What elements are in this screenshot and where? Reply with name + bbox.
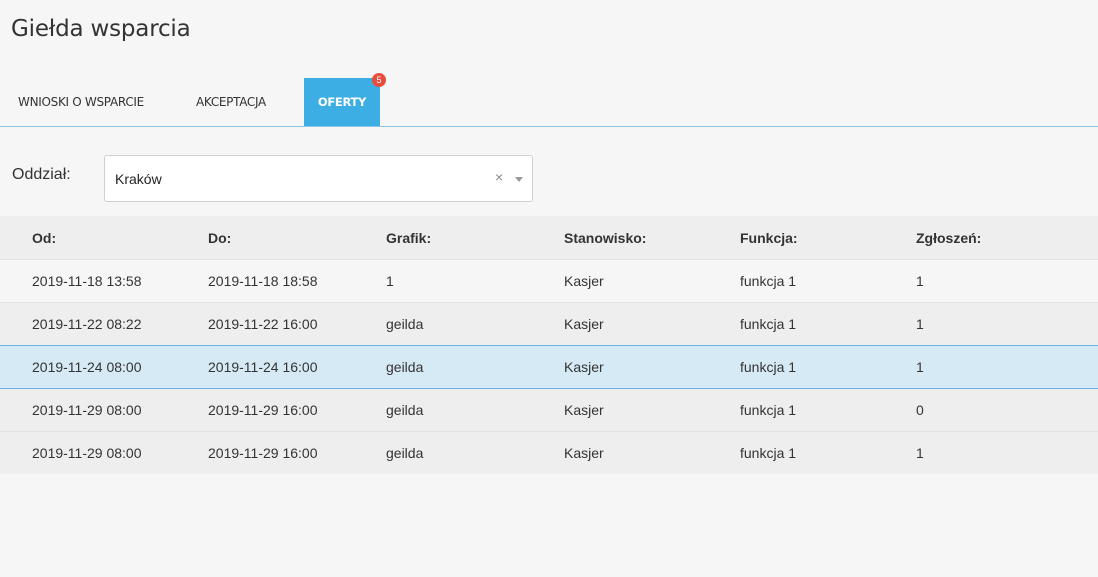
cell-zgloszen: 1 <box>916 431 1098 474</box>
cell-funkcja: funkcja 1 <box>740 302 916 346</box>
cell-do: 2019-11-24 16:00 <box>208 345 386 389</box>
cell-funkcja: funkcja 1 <box>740 259 916 303</box>
table-row[interactable]: 2019-11-29 08:00 2019-11-29 16:00 geilda… <box>0 388 1098 432</box>
cell-grafik: geilda <box>386 431 564 474</box>
table-row[interactable]: 2019-11-22 08:22 2019-11-22 16:00 geilda… <box>0 302 1098 346</box>
cell-stanowisko: Kasjer <box>564 431 740 474</box>
cell-grafik: 1 <box>386 259 564 303</box>
column-header-funkcja[interactable]: Funkcja: <box>740 216 916 260</box>
tab-oferty[interactable]: OFERTY <box>304 78 380 126</box>
column-header-zgloszen[interactable]: Zgłoszeń: <box>916 216 1098 260</box>
cell-od: 2019-11-24 08:00 <box>0 345 208 389</box>
page: Giełda wsparcia WNIOSKI O WSPARCIE AKCEP… <box>0 0 1098 577</box>
cell-zgloszen: 0 <box>916 388 1098 432</box>
cell-od: 2019-11-29 08:00 <box>0 388 208 432</box>
cell-do: 2019-11-29 16:00 <box>208 388 386 432</box>
notification-badge: 5 <box>372 73 386 87</box>
cell-do: 2019-11-18 18:58 <box>208 259 386 303</box>
column-header-stanowisko[interactable]: Stanowisko: <box>564 216 740 260</box>
column-header-grafik[interactable]: Grafik: <box>386 216 564 260</box>
column-header-do[interactable]: Do: <box>208 216 386 260</box>
cell-stanowisko: Kasjer <box>564 302 740 346</box>
cell-od: 2019-11-29 08:00 <box>0 431 208 474</box>
cell-zgloszen: 1 <box>916 302 1098 346</box>
table-row-selected[interactable]: 2019-11-24 08:00 2019-11-24 16:00 geilda… <box>0 345 1098 389</box>
tab-wnioski-o-wsparcie[interactable]: WNIOSKI O WSPARCIE <box>18 78 144 126</box>
column-header-od[interactable]: Od: <box>0 216 208 260</box>
cell-zgloszen: 1 <box>916 345 1098 389</box>
tab-bar: WNIOSKI O WSPARCIE AKCEPTACJA OFERTY <box>0 78 1098 127</box>
cell-stanowisko: Kasjer <box>564 388 740 432</box>
cell-od: 2019-11-22 08:22 <box>0 302 208 346</box>
cell-grafik: geilda <box>386 345 564 389</box>
table-header-row: Od: Do: Grafik: Stanowisko: Funkcja: Zgł… <box>0 216 1098 260</box>
cell-od: 2019-11-18 13:58 <box>0 259 208 303</box>
page-title: Giełda wsparcia <box>11 16 191 42</box>
branch-filter-label: Oddział: <box>12 166 71 183</box>
cell-stanowisko: Kasjer <box>564 345 740 389</box>
cell-grafik: geilda <box>386 388 564 432</box>
branch-select[interactable]: Kraków × <box>104 155 533 202</box>
table-row[interactable]: 2019-11-29 08:00 2019-11-29 16:00 geilda… <box>0 431 1098 474</box>
table-row[interactable]: 2019-11-18 13:58 2019-11-18 18:58 1 Kasj… <box>0 259 1098 303</box>
chevron-down-icon[interactable] <box>515 177 523 182</box>
branch-select-value: Kraków <box>115 171 162 187</box>
cell-stanowisko: Kasjer <box>564 259 740 303</box>
cell-do: 2019-11-22 16:00 <box>208 302 386 346</box>
cell-do: 2019-11-29 16:00 <box>208 431 386 474</box>
cell-funkcja: funkcja 1 <box>740 388 916 432</box>
tab-akceptacja[interactable]: AKCEPTACJA <box>196 78 266 126</box>
offers-table: Od: Do: Grafik: Stanowisko: Funkcja: Zgł… <box>0 216 1098 474</box>
cell-funkcja: funkcja 1 <box>740 345 916 389</box>
cell-funkcja: funkcja 1 <box>740 431 916 474</box>
cell-zgloszen: 1 <box>916 259 1098 303</box>
clear-icon[interactable]: × <box>495 169 503 185</box>
cell-grafik: geilda <box>386 302 564 346</box>
